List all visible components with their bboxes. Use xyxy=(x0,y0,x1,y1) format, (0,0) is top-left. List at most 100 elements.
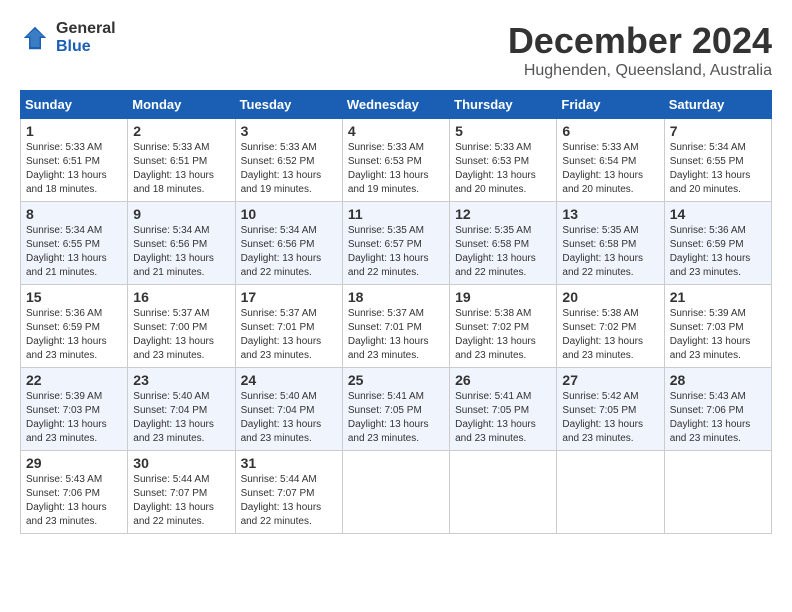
table-row: 20 Sunrise: 5:38 AMSunset: 7:02 PMDaylig… xyxy=(557,285,664,368)
day-number: 19 xyxy=(455,289,551,305)
logo-blue-text: Blue xyxy=(56,38,116,56)
day-info: Sunrise: 5:36 AMSunset: 6:59 PMDaylight:… xyxy=(670,225,751,278)
table-row: 12 Sunrise: 5:35 AMSunset: 6:58 PMDaylig… xyxy=(450,202,557,285)
day-info: Sunrise: 5:35 AMSunset: 6:58 PMDaylight:… xyxy=(455,225,536,278)
day-number: 3 xyxy=(241,123,337,139)
day-info: Sunrise: 5:43 AMSunset: 7:06 PMDaylight:… xyxy=(26,474,107,527)
title-section: December 2024 Hughenden, Queensland, Aus… xyxy=(508,20,772,80)
col-tuesday: Tuesday xyxy=(235,91,342,119)
table-row: 30 Sunrise: 5:44 AMSunset: 7:07 PMDaylig… xyxy=(128,451,235,534)
table-row: 28 Sunrise: 5:43 AMSunset: 7:06 PMDaylig… xyxy=(664,368,771,451)
table-row: 1 Sunrise: 5:33 AMSunset: 6:51 PMDayligh… xyxy=(21,119,128,202)
day-number: 26 xyxy=(455,372,551,388)
day-number: 4 xyxy=(348,123,444,139)
day-info: Sunrise: 5:33 AMSunset: 6:53 PMDaylight:… xyxy=(348,142,429,195)
calendar-header-row: Sunday Monday Tuesday Wednesday Thursday… xyxy=(21,91,772,119)
day-info: Sunrise: 5:34 AMSunset: 6:56 PMDaylight:… xyxy=(133,225,214,278)
calendar-week-row: 22 Sunrise: 5:39 AMSunset: 7:03 PMDaylig… xyxy=(21,368,772,451)
day-info: Sunrise: 5:33 AMSunset: 6:54 PMDaylight:… xyxy=(562,142,643,195)
calendar-week-row: 8 Sunrise: 5:34 AMSunset: 6:55 PMDayligh… xyxy=(21,202,772,285)
table-row: 13 Sunrise: 5:35 AMSunset: 6:58 PMDaylig… xyxy=(557,202,664,285)
day-number: 8 xyxy=(26,206,122,222)
day-info: Sunrise: 5:44 AMSunset: 7:07 PMDaylight:… xyxy=(133,474,214,527)
day-number: 25 xyxy=(348,372,444,388)
day-info: Sunrise: 5:41 AMSunset: 7:05 PMDaylight:… xyxy=(348,391,429,444)
logo-text: General Blue xyxy=(56,20,116,55)
day-number: 15 xyxy=(26,289,122,305)
day-info: Sunrise: 5:38 AMSunset: 7:02 PMDaylight:… xyxy=(455,308,536,361)
calendar-week-row: 1 Sunrise: 5:33 AMSunset: 6:51 PMDayligh… xyxy=(21,119,772,202)
day-info: Sunrise: 5:39 AMSunset: 7:03 PMDaylight:… xyxy=(26,391,107,444)
col-sunday: Sunday xyxy=(21,91,128,119)
table-row: 7 Sunrise: 5:34 AMSunset: 6:55 PMDayligh… xyxy=(664,119,771,202)
day-info: Sunrise: 5:38 AMSunset: 7:02 PMDaylight:… xyxy=(562,308,643,361)
table-row: 23 Sunrise: 5:40 AMSunset: 7:04 PMDaylig… xyxy=(128,368,235,451)
day-number: 5 xyxy=(455,123,551,139)
table-row: 29 Sunrise: 5:43 AMSunset: 7:06 PMDaylig… xyxy=(21,451,128,534)
day-info: Sunrise: 5:34 AMSunset: 6:55 PMDaylight:… xyxy=(26,225,107,278)
day-info: Sunrise: 5:37 AMSunset: 7:01 PMDaylight:… xyxy=(241,308,322,361)
day-info: Sunrise: 5:43 AMSunset: 7:06 PMDaylight:… xyxy=(670,391,751,444)
day-info: Sunrise: 5:34 AMSunset: 6:56 PMDaylight:… xyxy=(241,225,322,278)
day-number: 30 xyxy=(133,455,229,471)
day-info: Sunrise: 5:33 AMSunset: 6:51 PMDaylight:… xyxy=(26,142,107,195)
day-info: Sunrise: 5:34 AMSunset: 6:55 PMDaylight:… xyxy=(670,142,751,195)
calendar-week-row: 29 Sunrise: 5:43 AMSunset: 7:06 PMDaylig… xyxy=(21,451,772,534)
day-info: Sunrise: 5:33 AMSunset: 6:53 PMDaylight:… xyxy=(455,142,536,195)
col-friday: Friday xyxy=(557,91,664,119)
table-row: 10 Sunrise: 5:34 AMSunset: 6:56 PMDaylig… xyxy=(235,202,342,285)
day-number: 6 xyxy=(562,123,658,139)
day-number: 2 xyxy=(133,123,229,139)
day-info: Sunrise: 5:41 AMSunset: 7:05 PMDaylight:… xyxy=(455,391,536,444)
day-number: 23 xyxy=(133,372,229,388)
logo-icon xyxy=(20,23,50,53)
page-header: General Blue December 2024 Hughenden, Qu… xyxy=(20,20,772,80)
table-row: 9 Sunrise: 5:34 AMSunset: 6:56 PMDayligh… xyxy=(128,202,235,285)
day-info: Sunrise: 5:37 AMSunset: 7:00 PMDaylight:… xyxy=(133,308,214,361)
day-number: 11 xyxy=(348,206,444,222)
table-row: 5 Sunrise: 5:33 AMSunset: 6:53 PMDayligh… xyxy=(450,119,557,202)
day-info: Sunrise: 5:40 AMSunset: 7:04 PMDaylight:… xyxy=(133,391,214,444)
day-number: 31 xyxy=(241,455,337,471)
table-row: 22 Sunrise: 5:39 AMSunset: 7:03 PMDaylig… xyxy=(21,368,128,451)
day-info: Sunrise: 5:40 AMSunset: 7:04 PMDaylight:… xyxy=(241,391,322,444)
table-row xyxy=(664,451,771,534)
day-number: 12 xyxy=(455,206,551,222)
table-row: 31 Sunrise: 5:44 AMSunset: 7:07 PMDaylig… xyxy=(235,451,342,534)
day-info: Sunrise: 5:42 AMSunset: 7:05 PMDaylight:… xyxy=(562,391,643,444)
day-number: 20 xyxy=(562,289,658,305)
table-row: 18 Sunrise: 5:37 AMSunset: 7:01 PMDaylig… xyxy=(342,285,449,368)
table-row xyxy=(342,451,449,534)
logo-general-text: General xyxy=(56,20,116,38)
calendar-table: Sunday Monday Tuesday Wednesday Thursday… xyxy=(20,90,772,534)
col-monday: Monday xyxy=(128,91,235,119)
day-info: Sunrise: 5:39 AMSunset: 7:03 PMDaylight:… xyxy=(670,308,751,361)
day-number: 27 xyxy=(562,372,658,388)
day-number: 13 xyxy=(562,206,658,222)
table-row: 26 Sunrise: 5:41 AMSunset: 7:05 PMDaylig… xyxy=(450,368,557,451)
day-number: 21 xyxy=(670,289,766,305)
day-number: 29 xyxy=(26,455,122,471)
table-row: 15 Sunrise: 5:36 AMSunset: 6:59 PMDaylig… xyxy=(21,285,128,368)
table-row: 21 Sunrise: 5:39 AMSunset: 7:03 PMDaylig… xyxy=(664,285,771,368)
table-row xyxy=(557,451,664,534)
day-number: 10 xyxy=(241,206,337,222)
day-number: 16 xyxy=(133,289,229,305)
table-row: 14 Sunrise: 5:36 AMSunset: 6:59 PMDaylig… xyxy=(664,202,771,285)
day-number: 9 xyxy=(133,206,229,222)
table-row xyxy=(450,451,557,534)
day-info: Sunrise: 5:33 AMSunset: 6:52 PMDaylight:… xyxy=(241,142,322,195)
day-number: 14 xyxy=(670,206,766,222)
day-number: 22 xyxy=(26,372,122,388)
day-info: Sunrise: 5:36 AMSunset: 6:59 PMDaylight:… xyxy=(26,308,107,361)
table-row: 8 Sunrise: 5:34 AMSunset: 6:55 PMDayligh… xyxy=(21,202,128,285)
month-title: December 2024 xyxy=(508,20,772,62)
day-info: Sunrise: 5:44 AMSunset: 7:07 PMDaylight:… xyxy=(241,474,322,527)
day-info: Sunrise: 5:35 AMSunset: 6:57 PMDaylight:… xyxy=(348,225,429,278)
col-wednesday: Wednesday xyxy=(342,91,449,119)
table-row: 27 Sunrise: 5:42 AMSunset: 7:05 PMDaylig… xyxy=(557,368,664,451)
table-row: 25 Sunrise: 5:41 AMSunset: 7:05 PMDaylig… xyxy=(342,368,449,451)
day-number: 24 xyxy=(241,372,337,388)
table-row: 24 Sunrise: 5:40 AMSunset: 7:04 PMDaylig… xyxy=(235,368,342,451)
col-thursday: Thursday xyxy=(450,91,557,119)
